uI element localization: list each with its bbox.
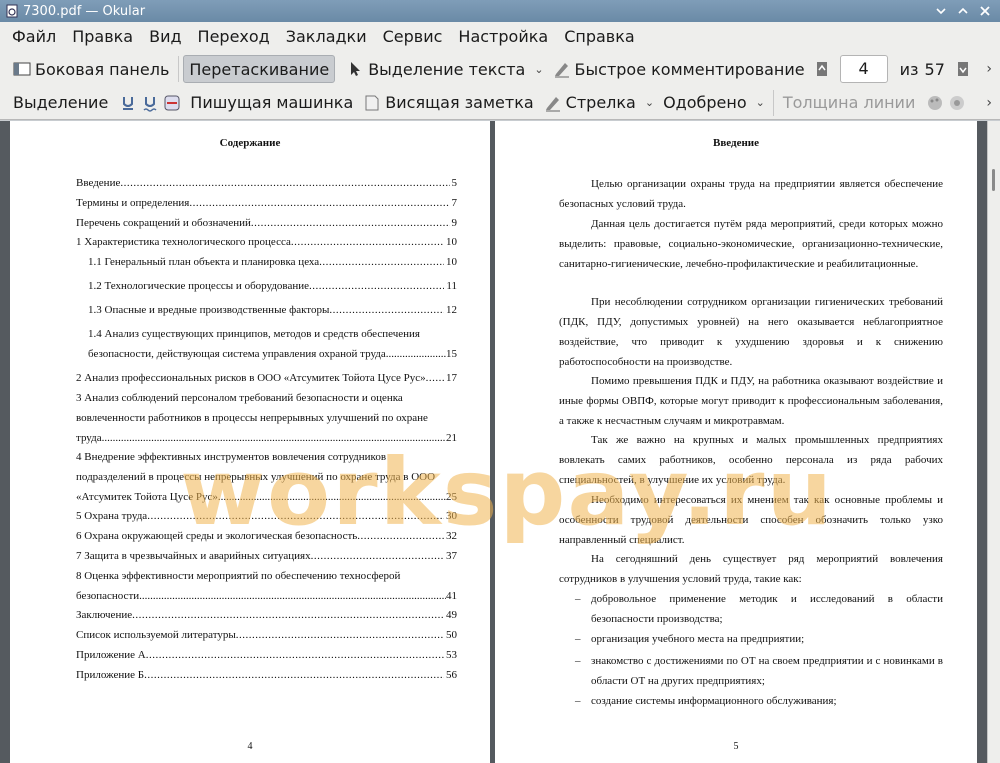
intro-heading: Введение [712,137,760,149]
menu-bar: Файл Правка Вид Переход Закладки Сервис … [0,22,1000,52]
toc-entry[interactable]: Перечень сокращений и обозначений9 [76,213,457,233]
paragraph: На сегодняшний день существует ряд мероп… [559,553,943,585]
strikeout-icon[interactable] [163,94,181,112]
menu-go[interactable]: Переход [190,22,278,52]
stamp-approved-button[interactable]: Одобрено [658,89,752,117]
toc-entry[interactable]: Заключение49 [76,605,457,625]
chevron-down-icon[interactable]: ⌄ [756,96,765,109]
toc-entry[interactable]: 7 Защита в чрезвычайных и аварийных ситу… [76,546,457,566]
menu-tools[interactable]: Сервис [375,22,451,52]
toc-entry[interactable]: Приложение А53 [76,645,457,665]
toc-entry[interactable]: 1 Характеристика технологического процес… [76,232,457,252]
typewriter-button[interactable]: Пишущая машинка [185,89,358,117]
squiggly-underline-icon[interactable] [141,94,159,112]
toc-entry[interactable]: 5 Охрана труда30 [76,506,457,526]
menu-edit[interactable]: Правка [64,22,141,52]
menu-settings[interactable]: Настройка [450,22,556,52]
menu-bookmarks[interactable]: Закладки [278,22,375,52]
scrollbar-handle[interactable] [992,169,995,191]
title-bar: 7300.pdf — Okular [0,0,1000,22]
page-number-input[interactable]: 4 [839,55,888,83]
underline-icon[interactable] [119,94,137,112]
next-page-icon[interactable] [957,60,969,78]
toc-entry[interactable]: 1.2 Технологические процессы и оборудова… [88,276,457,296]
previous-page-icon[interactable] [816,60,828,78]
menu-view[interactable]: Вид [141,22,189,52]
annotation-toolbar: Выделение Пишущая машинка Висящая заметк… [0,86,1000,120]
page-number: 4 [247,741,253,752]
note-icon [365,95,379,110]
quick-comment-label: Быстрое комментирование [574,59,805,79]
paragraph: Так же важно на крупных и малых промышле… [559,434,943,486]
approved-label: Одобрено [663,93,747,112]
sidebar-button[interactable]: Боковая панель [8,55,174,83]
pdf-page-left: Содержание Введение5 Термины и определен… [10,121,490,763]
toolbar-overflow-icon[interactable]: › [986,95,992,111]
toc-heading: Содержание [219,137,281,149]
arrow-button[interactable]: Стрелка [539,89,641,117]
sidebar-label: Боковая панель [35,59,170,79]
selection-button[interactable]: Выделение [8,89,113,117]
pen-icon [554,63,569,78]
toc-entry[interactable]: Введение5 [76,173,457,193]
maximize-icon[interactable] [956,4,970,18]
inner-color-icon[interactable] [948,94,966,112]
menu-help[interactable]: Справка [556,22,643,52]
paragraph: Помимо превышения ПДК и ПДУ, на работник… [559,375,943,427]
toc-entry[interactable]: 4 Внедрение эффективных инструментов вов… [76,447,457,507]
page-total: 57 [924,59,945,79]
window-title: 7300.pdf — Okular [23,3,146,19]
typewriter-label: Пишущая машинка [190,93,354,112]
pen-icon [545,96,560,111]
list-item: создание системы информационного обслужи… [575,691,943,711]
paragraph: Необходимо интересоваться их мнением так… [559,494,943,546]
list-item: организация учебного места на предприяти… [575,629,943,649]
selection-label: Выделение [13,93,109,112]
page-number: 5 [733,741,739,752]
paragraph: При несоблюдении сотрудником организации… [559,296,943,368]
line-width-button[interactable]: Толщина линии [778,89,921,117]
text-select-button[interactable]: Выделение текста [341,55,530,83]
pdf-page-right: Введение Целью организации охраны труда … [495,121,977,763]
toc-entry[interactable]: 6 Охрана окружающей среды и экологическа… [76,526,457,546]
chevron-down-icon[interactable]: ⌄ [645,96,654,109]
toc-entry[interactable]: 1.3 Опасные и вредные производственные ф… [88,300,457,320]
paragraph: Целью организации охраны труда на предпр… [559,178,943,210]
sidebar-icon [13,62,31,76]
toolbar-separator [178,56,180,82]
toc-entry[interactable]: Термины и определения7 [76,193,457,213]
toc-entry[interactable]: 8 Оценка эффективности мероприятий по об… [76,566,457,606]
arrow-label: Стрелка [565,93,636,112]
drag-mode-label: Перетаскивание [189,59,330,79]
close-icon[interactable] [978,4,992,18]
drag-mode-button[interactable]: Перетаскивание [183,55,336,83]
list-item: знакомство с достижениями по ОТ на своем… [575,651,943,691]
menu-file[interactable]: Файл [4,22,64,52]
text-select-label: Выделение текста [368,59,526,79]
color-palette-icon[interactable] [926,94,944,112]
toc-entry[interactable]: Список используемой литературы50 [76,625,457,645]
main-toolbar: Боковая панель Перетаскивание Выделение … [0,52,1000,86]
minimize-icon[interactable] [934,4,948,18]
list-item: добровольное применение методик и исслед… [575,589,943,629]
cursor-icon [351,62,361,76]
sticky-note-label: Висящая заметка [385,93,534,112]
chevron-down-icon[interactable]: ⌄ [534,63,543,76]
quick-comment-button[interactable]: Быстрое комментирование [548,55,810,83]
paragraph: Данная цель достигается путём ряда мероп… [559,218,943,270]
document-view[interactable]: Содержание Введение5 Термины и определен… [0,121,1000,763]
page-of-label: из [899,59,919,79]
okular-app-icon [6,4,18,18]
toc-entry[interactable]: 1.4 Анализ существующих принципов, метод… [88,324,457,364]
toc-entry[interactable]: 2 Анализ профессиональных рисков в ООО «… [76,368,457,388]
vertical-scrollbar[interactable] [987,121,1000,763]
line-width-label: Толщина линии [782,93,916,112]
toc-entry[interactable]: Приложение Б56 [76,665,457,685]
toolbar-separator [772,89,774,116]
sticky-note-button[interactable]: Висящая заметка [358,89,538,117]
toc-entry[interactable]: 3 Анализ соблюдений персоналом требовани… [76,388,457,448]
toc-entry[interactable]: 1.1 Генеральный план объекта и планировк… [88,252,457,272]
toolbar-overflow-icon[interactable]: › [986,61,992,77]
